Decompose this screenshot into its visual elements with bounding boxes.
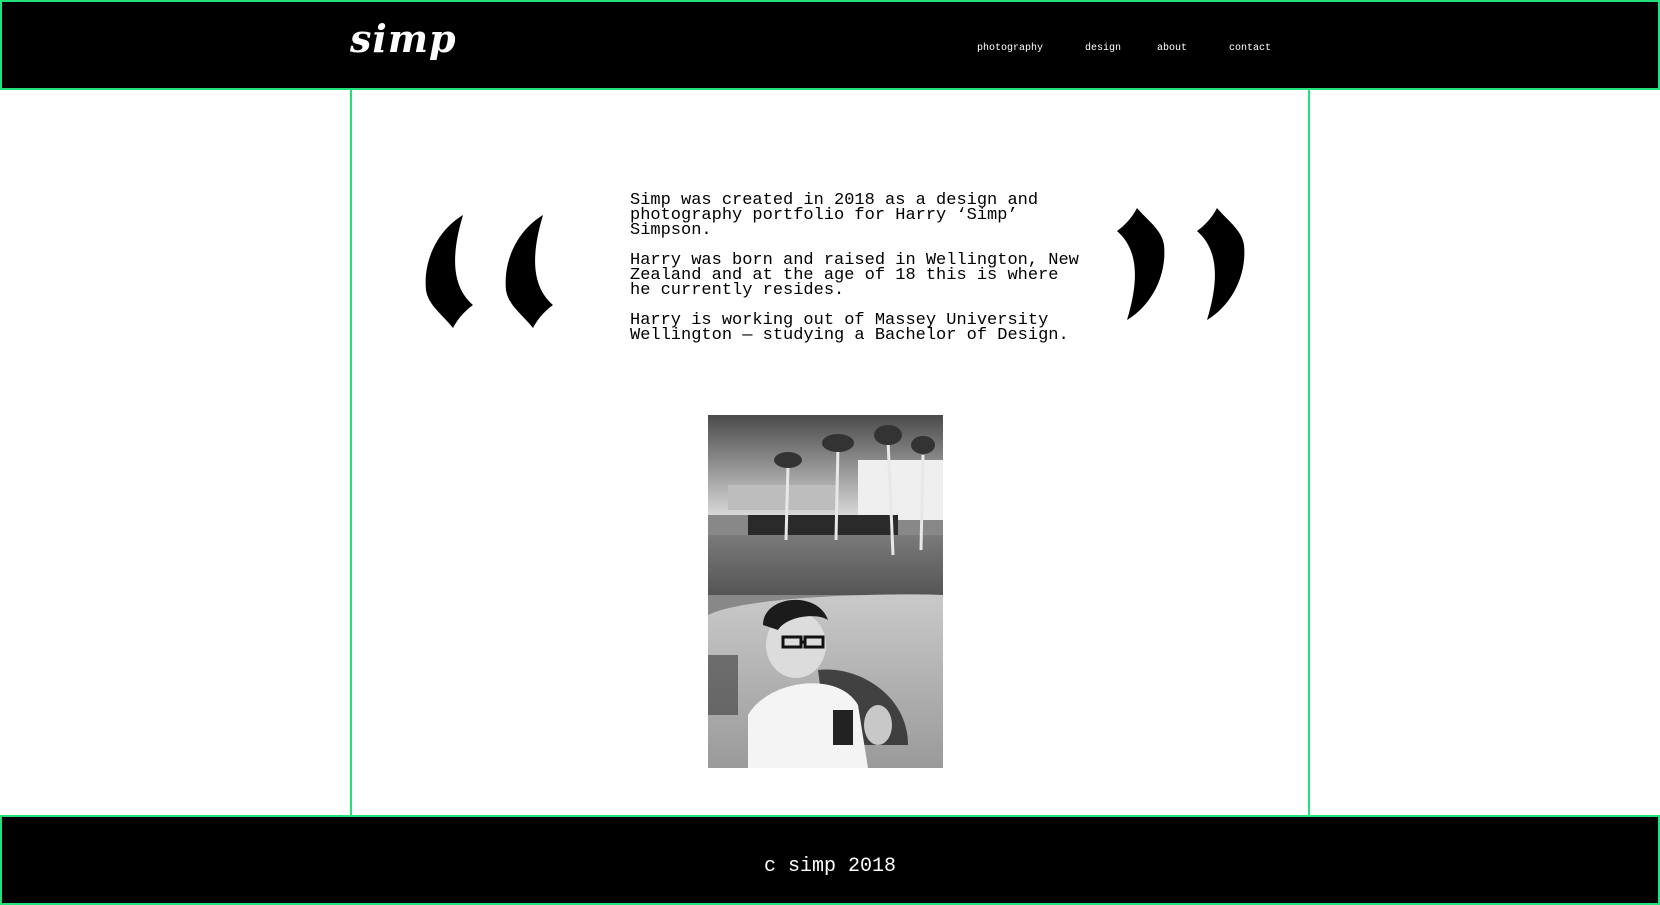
- portrait-photo: [708, 415, 943, 768]
- opening-quote-icon: [425, 215, 553, 328]
- site-footer: c simp 2018: [0, 815, 1660, 905]
- site-logo[interactable]: simp: [350, 20, 457, 58]
- site-header: simp photography design about contact: [0, 0, 1660, 90]
- nav-photography[interactable]: photography: [977, 43, 1043, 54]
- copyright-text: c simp 2018: [763, 855, 897, 878]
- about-text: Simp was created in 2018 as a design and…: [630, 191, 1080, 358]
- nav-about[interactable]: about: [1157, 43, 1187, 54]
- closing-quote-icon: [1117, 208, 1245, 320]
- about-paragraph: Harry is working out of Massey Universit…: [630, 311, 1069, 345]
- nav-contact[interactable]: contact: [1229, 43, 1271, 54]
- about-paragraph: Harry was born and raised in Wellington,…: [630, 251, 1079, 300]
- nav-design[interactable]: design: [1085, 43, 1121, 54]
- about-paragraph: Simp was created in 2018 as a design and…: [630, 191, 1039, 240]
